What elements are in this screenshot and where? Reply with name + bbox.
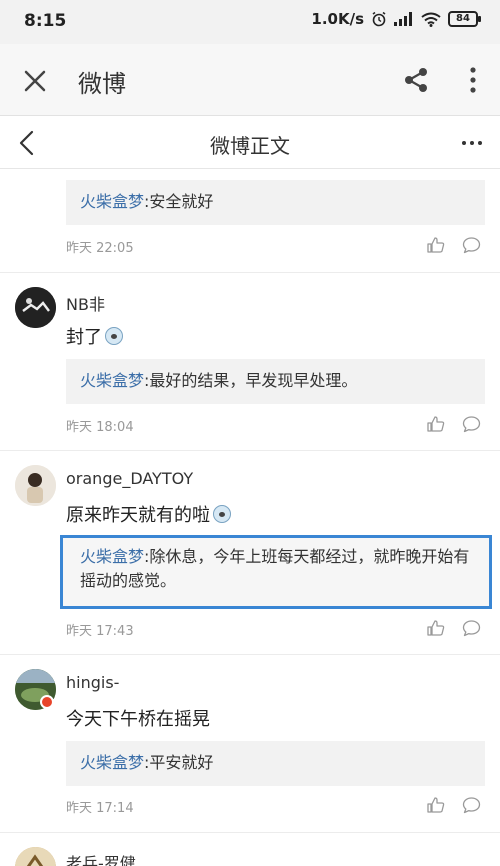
comment-username[interactable]: NB非 (66, 291, 105, 315)
emoji-icon (213, 505, 231, 523)
more-vertical-icon[interactable] (468, 66, 478, 94)
reply-box-selected[interactable]: 火柴盒梦:除休息，今年上班每天都经过，就昨晚开始有摇动的感觉。 (60, 535, 492, 609)
comment-icon[interactable] (462, 796, 481, 814)
reply-author[interactable]: 火柴盒梦 (80, 753, 144, 772)
page-title: 微博正文 (210, 134, 290, 158)
wifi-icon (421, 12, 441, 27)
comment-item: orange_DAYTOY 原来昨天就有的啦 火柴盒梦:除休息，今年上班每天都经… (0, 451, 500, 655)
reply-box[interactable]: 火柴盒梦:安全就好 (66, 180, 485, 225)
share-icon[interactable] (402, 66, 430, 94)
reply-box[interactable]: 火柴盒梦:平安就好 (66, 741, 485, 786)
comment-username[interactable]: hingis- (66, 673, 119, 692)
like-icon[interactable] (427, 619, 445, 637)
avatar-image (15, 287, 56, 328)
reply-text: :安全就好 (144, 192, 214, 211)
status-time: 8:15 (24, 11, 67, 31)
like-icon[interactable] (427, 415, 445, 433)
comment-item: hingis- 今天下午桥在摇晃 火柴盒梦:平安就好 昨天 17:14 (0, 655, 500, 833)
comment-icon[interactable] (462, 415, 481, 433)
comment-item: 老兵-罗健 (0, 833, 500, 866)
reply-text: :平安就好 (144, 753, 214, 772)
more-horizontal-icon[interactable] (460, 131, 484, 155)
emoji-icon (105, 327, 123, 345)
comment-text: 封了 (66, 327, 102, 348)
comment-content: 今天下午桥在摇晃 (66, 705, 210, 731)
comment-time: 昨天 17:14 (66, 801, 134, 816)
alarm-icon (372, 11, 386, 27)
verified-badge (40, 695, 54, 709)
comment-time: 昨天 22:05 (66, 241, 134, 256)
comment-feed[interactable]: 火柴盒梦:安全就好 昨天 22:05 NB非 封了 火柴盒梦:最好的结果，早发现… (0, 170, 500, 866)
reply-author[interactable]: 火柴盒梦 (80, 371, 144, 390)
avatar[interactable] (15, 287, 56, 328)
status-indicators: 1.0K/s 84 (311, 10, 481, 28)
comment-content: 封了 (66, 323, 123, 349)
like-icon[interactable] (427, 796, 445, 814)
reply-box[interactable]: 火柴盒梦:最好的结果，早发现早处理。 (66, 359, 485, 404)
like-icon[interactable] (427, 236, 445, 254)
app-title: 微博 (78, 70, 126, 98)
avatar[interactable] (15, 465, 56, 506)
avatar-image (15, 465, 56, 506)
reply-author[interactable]: 火柴盒梦 (80, 192, 144, 211)
comment-text: 今天下午桥在摇晃 (66, 709, 210, 730)
nav-bar: 微博正文 (0, 117, 500, 169)
comment-item: NB非 封了 火柴盒梦:最好的结果，早发现早处理。 昨天 18:04 (0, 273, 500, 451)
avatar-image (15, 847, 56, 866)
avatar[interactable] (15, 847, 56, 866)
comment-icon[interactable] (462, 619, 481, 637)
comment-time: 昨天 17:43 (66, 624, 134, 639)
comment-username[interactable]: orange_DAYTOY (66, 469, 193, 488)
comment-item: 火柴盒梦:安全就好 昨天 22:05 (0, 170, 500, 273)
app-bar: 微博 (0, 44, 500, 116)
network-speed: 1.0K/s (311, 10, 364, 28)
reply-text: :最好的结果，早发现早处理。 (144, 371, 358, 390)
comment-icon[interactable] (462, 236, 481, 254)
comment-time: 昨天 18:04 (66, 420, 134, 435)
comment-username[interactable]: 老兵-罗健 (66, 850, 136, 866)
battery-indicator: 84 (448, 11, 481, 27)
comment-text: 原来昨天就有的啦 (66, 505, 210, 526)
signal-icon (394, 12, 412, 26)
reply-author[interactable]: 火柴盒梦 (80, 547, 144, 566)
status-bar: 8:15 1.0K/s 84 (0, 0, 500, 44)
comment-content: 原来昨天就有的啦 (66, 501, 231, 527)
close-icon[interactable] (20, 66, 50, 96)
